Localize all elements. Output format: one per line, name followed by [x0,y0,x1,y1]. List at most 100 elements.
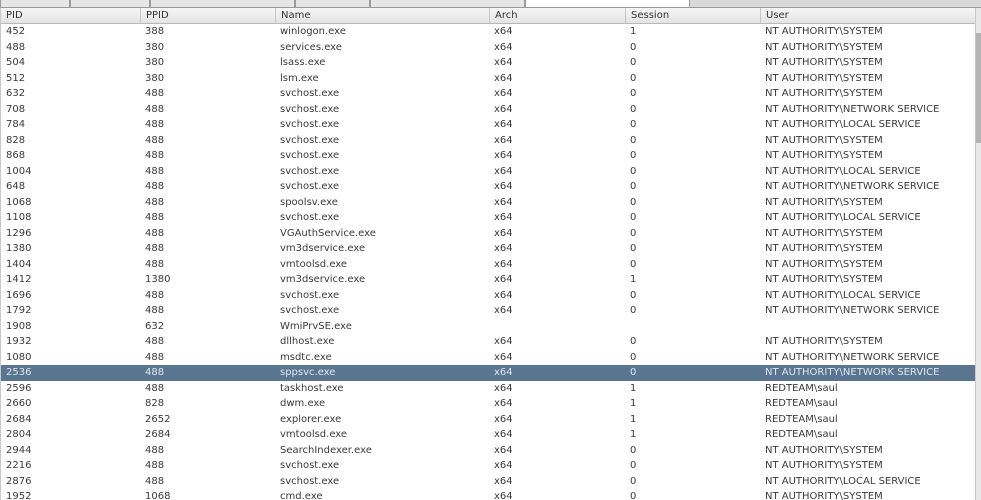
table-row[interactable]: 2944 488 SearchIndexer.exe x64 0 NT AUTHORITY… [1,443,976,459]
table-row[interactable]: 1404 488 vmtoolsd.exe x64 0 NT AUTHORITY\SYST… [1,257,976,273]
cell-pid: 1380 [6,243,32,254]
cell-pid: 2944 [6,444,32,456]
cell-user: NT AUTHORITY\NETWORK SERVICE [765,351,940,363]
table-row[interactable]: 828 488 svchost.exe x64 0 NT AUTHORITY\SYSTEM [1,133,976,149]
cell-session: 0 [630,336,637,347]
table-row[interactable]: 1004 488 svchost.exe x64 0 NT AUTHORITY\LOCAL… [1,164,976,180]
table-row[interactable]: 2684 2652 explorer.exe x64 1 REDTEAM\saul [1,412,976,428]
cell-arch: x64 [494,351,513,363]
cell-pid: 512 [6,72,26,84]
cell-arch: x64 [494,134,513,146]
cell-pid: 1696 [6,289,32,301]
cell-session: 0 [630,227,637,239]
cell-session: 0 [630,41,637,53]
tab-3[interactable] [150,0,295,7]
cell-arch: x64 [494,444,513,456]
cell-arch: x64 [494,165,513,177]
cell-ppid: 632 [145,320,165,332]
cell-user [760,319,976,335]
cell-pid: 1296 [6,227,32,239]
table-row[interactable]: 1380 488 vm3dservice.exe x64 0 NT AUTHORITY\S… [1,241,976,257]
table-row[interactable]: 1932 488 dllhost.exe x64 0 NT AUTHORITY\SYSTE… [1,334,976,350]
column-header-arch[interactable]: Arch [489,8,625,23]
column-header-pid[interactable]: PID [1,8,140,23]
cell-user: NT AUTHORITY\SYSTEM [765,88,883,99]
cell-arch: x64 [494,491,513,500]
cell-ppid: 2652 [145,413,171,425]
cell-pid: 1080 [6,351,32,363]
table-row[interactable]: 2660 828 dwm.exe x64 1 REDTEAM\saul [1,396,976,412]
table-row[interactable]: 512 380 lsm.exe x64 0 NT AUTHORITY\SYSTEM [1,71,976,87]
cell-pid: 2536 [6,367,32,378]
cell-pid: 1952 [6,491,32,500]
cell-arch: x64 [494,289,513,301]
table-row[interactable]: 2804 2684 vmtoolsd.exe x64 1 REDTEAM\saul [1,427,976,443]
cell-ppid: 488 [145,444,165,456]
table-row[interactable]: 1952 1068 cmd.exe x64 0 NT AUTHORITY\SYSTEM [1,489,976,500]
cell-name: svchost.exe [280,103,340,115]
cell-ppid: 488 [145,258,165,270]
table-row[interactable]: 452 388 winlogon.exe x64 1 NT AUTHORITY\SYSTE… [1,24,976,40]
table-row[interactable]: 632 488 svchost.exe x64 0 NT AUTHORITY\SYSTEM [1,86,976,102]
column-header-session[interactable]: Session [625,8,760,23]
cell-name: dllhost.exe [280,336,335,347]
cell-name: svchost.exe [280,134,340,146]
cell-user: NT AUTHORITY\LOCAL SERVICE [765,475,921,487]
cell-user: NT AUTHORITY\LOCAL SERVICE [765,165,921,177]
cell-session: 1 [630,274,637,285]
table-row[interactable]: 1696 488 svchost.exe x64 0 NT AUTHORITY\LOCAL… [1,288,976,304]
cell-ppid: 828 [145,398,165,409]
table-row[interactable]: 2216 488 svchost.exe x64 0 NT AUTHORITY\SYSTE… [1,458,976,474]
scrollbar-thumb[interactable] [976,33,981,143]
cell-name: winlogon.exe [280,26,346,37]
cell-ppid: 380 [145,72,165,84]
cell-arch: x64 [494,212,513,223]
column-header-ppid[interactable]: PPID [140,8,275,23]
cell-ppid: 488 [145,227,165,239]
cell-ppid: 488 [145,165,165,177]
table-row[interactable]: 1296 488 VGAuthService.exe x64 0 NT AUTHORITY… [1,226,976,242]
vertical-scrollbar[interactable] [975,8,981,500]
tab-1[interactable] [0,0,70,7]
tab-processes[interactable] [525,0,690,7]
table-row[interactable]: 1080 488 msdtc.exe x64 0 NT AUTHORITY\NETWORK… [1,350,976,366]
column-header-user[interactable]: User [760,8,976,23]
cell-ppid: 488 [145,88,165,99]
table-row[interactable]: 1908 632 WmiPrvSE.exe [1,319,976,335]
cell-arch: x64 [494,460,513,471]
table-row[interactable]: 488 380 services.exe x64 0 NT AUTHORITY\SYSTE… [1,40,976,56]
cell-pid: 2216 [6,460,32,471]
table-row[interactable]: 2876 488 svchost.exe x64 0 NT AUTHORITY\LOCAL… [1,474,976,490]
cell-pid: 2684 [6,413,32,425]
table-row-selected[interactable]: 2536 488 sppsvc.exe x64 0 NT AUTHORITY\NETWOR… [1,365,976,381]
tab-4[interactable] [295,0,370,7]
tab-2[interactable] [70,0,150,7]
cell-pid: 708 [6,103,26,115]
cell-user: NT AUTHORITY\SYSTEM [765,227,883,239]
tab-5[interactable] [370,0,525,7]
table-row[interactable]: 1792 488 svchost.exe x64 0 NT AUTHORITY\NETWO… [1,303,976,319]
table-row[interactable]: 868 488 svchost.exe x64 0 NT AUTHORITY\SYSTEM [1,148,976,164]
cell-session [625,319,760,335]
cell-user: NT AUTHORITY\NETWORK SERVICE [765,305,940,316]
table-row[interactable]: 1412 1380 vm3dservice.exe x64 1 NT AUTHORITY\… [1,272,976,288]
cell-name: vm3dservice.exe [280,243,366,254]
cell-session: 0 [630,367,637,378]
cell-arch [489,319,625,335]
cell-name: lsm.exe [280,72,319,84]
table-row[interactable]: 1108 488 svchost.exe x64 0 NT AUTHORITY\LOCAL… [1,210,976,226]
cell-session: 0 [630,57,637,68]
table-row[interactable]: 708 488 svchost.exe x64 0 NT AUTHORITY\NETWOR… [1,102,976,118]
cell-name: svchost.exe [280,165,340,177]
cell-user: REDTEAM\saul [765,382,838,394]
table-row[interactable]: 784 488 svchost.exe x64 0 NT AUTHORITY\LOCAL … [1,117,976,133]
cell-user: NT AUTHORITY\SYSTEM [765,274,883,285]
table-row[interactable]: 504 380 lsass.exe x64 0 NT AUTHORITY\SYSTEM [1,55,976,71]
table-row[interactable]: 2596 488 taskhost.exe x64 1 REDTEAM\saul [1,381,976,397]
table-row[interactable]: 648 488 svchost.exe x64 0 NT AUTHORITY\NETWOR… [1,179,976,195]
table-row[interactable]: 1068 488 spoolsv.exe x64 0 NT AUTHORITY\SYSTE… [1,195,976,211]
cell-ppid: 488 [145,367,165,378]
cell-ppid: 380 [145,41,165,53]
column-header-name[interactable]: Name [275,8,489,23]
cell-user: NT AUTHORITY\SYSTEM [765,72,883,84]
